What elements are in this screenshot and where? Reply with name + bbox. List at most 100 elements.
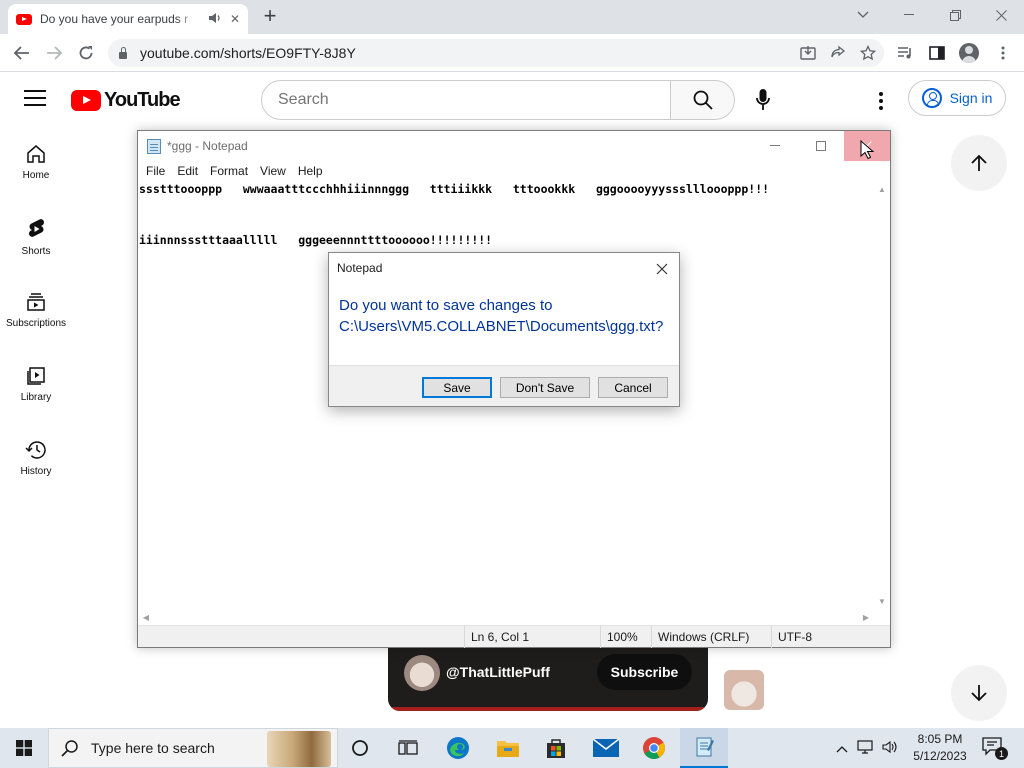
notepad-status-bar: Ln 6, Col 1 100% Windows (CRLF) UTF-8 — [138, 625, 890, 648]
youtube-play-icon — [71, 90, 101, 111]
volume-icon[interactable] — [882, 740, 898, 757]
tab-title: Do you have your earpuds r — [40, 12, 189, 26]
chrome-menu-icon[interactable] — [990, 40, 1016, 66]
notepad-taskbar-icon[interactable] — [680, 728, 728, 768]
arrow-down-icon — [971, 685, 987, 702]
sidebar-item-label: Shorts — [21, 246, 51, 257]
sidebar-item-label: Home — [22, 170, 50, 181]
cortana-icon[interactable] — [336, 728, 384, 768]
library-icon — [27, 367, 45, 385]
horizontal-scrollbar[interactable]: ◀ ▶ — [138, 609, 874, 625]
address-bar[interactable]: youtube.com/shorts/EO9FTY-8J8Y — [108, 39, 884, 67]
hamburger-menu-icon[interactable] — [24, 90, 46, 106]
bookmark-star-icon[interactable] — [856, 41, 880, 65]
notepad-title: *ggg - Notepad — [167, 139, 248, 153]
dialog-title: Notepad — [337, 261, 383, 275]
back-arrow-icon[interactable] — [9, 40, 35, 66]
history-icon — [25, 441, 46, 459]
windows-taskbar: Type here to search 8:05 PM 5/12/2023 1 — [0, 728, 1024, 768]
sidebar-item-label: History — [20, 466, 52, 477]
taskbar-search-placeholder: Type here to search — [91, 740, 215, 756]
reload-icon[interactable] — [73, 40, 99, 66]
install-app-icon[interactable] — [796, 41, 820, 65]
youtube-header: YouTube Search Sign in — [0, 72, 1024, 128]
subscribe-button[interactable]: Subscribe — [597, 654, 692, 690]
url-text[interactable]: youtube.com/shorts/EO9FTY-8J8Y — [140, 45, 356, 61]
lock-icon[interactable] — [118, 47, 128, 59]
microsoft-store-icon[interactable] — [532, 728, 580, 768]
menu-view[interactable]: View — [254, 161, 292, 181]
search-button[interactable] — [670, 80, 735, 120]
media-control-icon[interactable] — [892, 40, 918, 66]
taskbar-search-box[interactable]: Type here to search — [48, 728, 338, 768]
menu-file[interactable]: File — [140, 161, 171, 181]
browser-tab[interactable]: Do you have your earpuds r ✕ — [8, 4, 248, 34]
edge-browser-icon[interactable] — [434, 728, 482, 768]
search-highlight-image[interactable] — [267, 731, 331, 767]
mail-icon[interactable] — [582, 728, 630, 768]
sidebar-item-label: Library — [20, 392, 52, 403]
forward-arrow-icon[interactable] — [41, 40, 67, 66]
clock-time: 8:05 PM — [917, 732, 963, 746]
notepad-minimize-icon[interactable] — [752, 131, 798, 161]
tab-close-icon[interactable]: ✕ — [230, 12, 240, 26]
chrome-icon[interactable] — [630, 728, 678, 768]
cancel-button[interactable]: Cancel — [598, 377, 668, 398]
youtube-logo[interactable]: YouTube — [71, 89, 181, 112]
speaker-icon[interactable] — [208, 12, 222, 27]
sidebar-item-home[interactable]: Home — [0, 128, 72, 202]
taskbar-clock[interactable]: 8:05 PM 5/12/2023 — [910, 731, 970, 765]
scroll-left-icon[interactable]: ◀ — [138, 609, 154, 625]
profile-avatar[interactable] — [956, 40, 982, 66]
notepad-maximize-icon[interactable] — [798, 131, 844, 161]
menu-help[interactable]: Help — [292, 161, 329, 181]
menu-format[interactable]: Format — [204, 161, 254, 181]
scroll-up-icon[interactable]: ▲ — [874, 181, 890, 197]
browser-toolbar: youtube.com/shorts/EO9FTY-8J8Y — [0, 34, 1024, 72]
microphone-icon[interactable] — [750, 87, 776, 113]
cursor-position: Ln 6, Col 1 — [464, 626, 600, 648]
start-button[interactable] — [0, 728, 48, 768]
home-icon — [27, 145, 45, 163]
notepad-icon — [147, 138, 161, 154]
share-icon[interactable] — [826, 41, 850, 65]
close-icon[interactable] — [978, 0, 1024, 30]
sidebar-item-shorts[interactable]: Shorts — [0, 202, 72, 276]
show-hidden-icons-chevron-icon[interactable] — [836, 741, 848, 756]
task-view-icon[interactable] — [384, 728, 432, 768]
sign-in-button[interactable]: Sign in — [908, 80, 1006, 116]
youtube-favicon-icon — [16, 13, 32, 25]
dont-save-button[interactable]: Don't Save — [500, 377, 590, 398]
search-input[interactable]: Search — [261, 80, 671, 120]
sidebar-item-history[interactable]: History — [0, 424, 72, 498]
video-progress-bar[interactable] — [388, 707, 708, 711]
next-short-thumbnail[interactable] — [724, 670, 764, 710]
short-video-card[interactable]: @ThatLittlePuff Subscribe — [388, 645, 708, 711]
notification-center-icon[interactable]: 1 — [982, 736, 1008, 760]
vertical-scrollbar[interactable]: ▲ ▼ — [874, 181, 890, 609]
minimize-icon[interactable] — [886, 0, 932, 30]
zoom-level: 100% — [600, 626, 651, 648]
restore-icon[interactable] — [932, 0, 978, 30]
channel-avatar[interactable] — [404, 655, 440, 691]
sidebar-item-library[interactable]: Library — [0, 350, 72, 424]
save-changes-dialog: Notepad Do you want to save changes to C… — [328, 252, 680, 407]
save-button[interactable]: Save — [422, 377, 492, 398]
search-icon — [61, 740, 78, 757]
dialog-close-icon[interactable] — [649, 256, 675, 282]
scroll-down-icon[interactable]: ▼ — [874, 593, 890, 609]
new-tab-button[interactable]: + — [258, 5, 282, 29]
settings-kebab-icon[interactable] — [868, 88, 894, 114]
previous-short-button[interactable] — [951, 135, 1007, 191]
channel-name[interactable]: @ThatLittlePuff — [446, 664, 550, 680]
file-explorer-icon[interactable] — [484, 728, 532, 768]
side-panel-icon[interactable] — [924, 40, 950, 66]
next-short-button[interactable] — [951, 665, 1007, 721]
scroll-right-icon[interactable]: ▶ — [858, 609, 874, 625]
clock-date: 5/12/2023 — [913, 749, 967, 763]
network-icon[interactable] — [857, 739, 873, 757]
menu-edit[interactable]: Edit — [171, 161, 204, 181]
sidebar-item-subscriptions[interactable]: Subscriptions — [0, 276, 72, 350]
tab-search-chevron-icon[interactable] — [840, 0, 886, 30]
system-tray — [836, 728, 898, 768]
